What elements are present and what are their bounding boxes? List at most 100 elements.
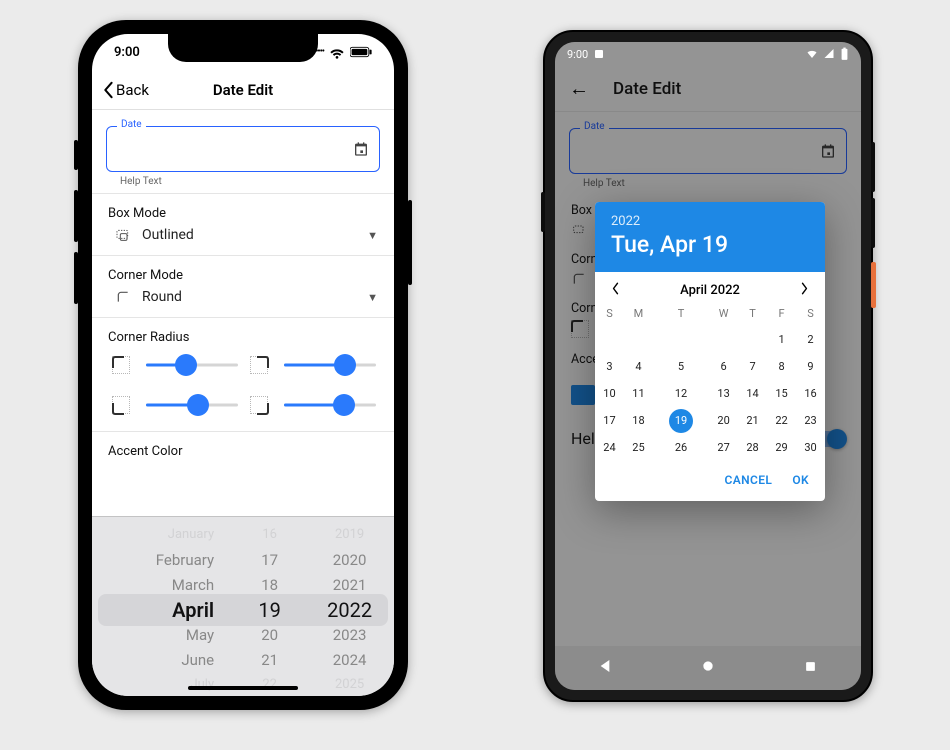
calendar-day[interactable]: 28 — [738, 434, 767, 461]
calendar-day — [595, 326, 624, 353]
corner-radius-bottom-right-slider[interactable] — [284, 395, 376, 415]
ios-status-time: 9:00 — [114, 45, 140, 60]
calendar-day[interactable]: 5 — [653, 353, 709, 380]
calendar-day[interactable]: 9 — [796, 353, 825, 380]
calendar-dow: S — [595, 303, 624, 326]
month-label: April 2022 — [680, 283, 740, 298]
date-picker-dialog: 2022 Tue, Apr 19 April 2022 SMTWTFS 1234… — [595, 202, 825, 501]
calendar-day[interactable]: 20 — [709, 407, 738, 434]
android-status-bar: 9:00 — [555, 42, 861, 66]
corner-radius-bottom-left-slider[interactable] — [146, 395, 238, 415]
corner-top-right-icon — [250, 356, 268, 374]
calendar-dow: S — [796, 303, 825, 326]
day-wheel[interactable]: 16 17 18 19 20 21 22 — [234, 523, 305, 696]
cancel-button[interactable]: CANCEL — [724, 473, 772, 487]
ios-date-picker-sheet[interactable]: January February March April May June Ju… — [92, 516, 394, 696]
calendar-day[interactable]: 16 — [796, 380, 825, 407]
calendar-day[interactable]: 26 — [653, 434, 709, 461]
calendar-day[interactable]: 7 — [738, 353, 767, 380]
date-help-text: Help Text — [120, 176, 380, 187]
battery-icon — [350, 46, 372, 58]
android-status-time: 9:00 — [567, 48, 588, 61]
calendar-day[interactable]: 18 — [624, 407, 653, 434]
corner-bottom-right-icon — [250, 396, 268, 414]
ios-nav-bar: Back Date Edit — [92, 70, 394, 110]
calendar-day[interactable]: 4 — [624, 353, 653, 380]
calendar-day[interactable]: 21 — [738, 407, 767, 434]
date-input-label: Date — [117, 119, 146, 130]
calendar-day[interactable]: 22 — [767, 407, 796, 434]
corner-mode-label: Corner Mode — [108, 268, 378, 283]
corner-radius-label: Corner Radius — [108, 330, 378, 345]
calendar-day[interactable]: 3 — [595, 353, 624, 380]
calendar-dow: M — [624, 303, 653, 326]
calendar-icon[interactable] — [353, 141, 369, 157]
chevron-left-icon — [102, 81, 114, 99]
calendar-day[interactable]: 15 — [767, 380, 796, 407]
iphone-volume-down — [74, 252, 78, 304]
calendar-day[interactable]: 17 — [595, 407, 624, 434]
box-mode-label: Box Mode — [108, 206, 378, 221]
corner-mode-icon — [114, 289, 132, 305]
date-picker-header: 2022 Tue, Apr 19 — [595, 202, 825, 272]
calendar-day[interactable]: 12 — [653, 380, 709, 407]
android-power-button — [871, 262, 876, 308]
month-wheel[interactable]: January February March April May June Ju… — [92, 523, 234, 696]
corner-bottom-left-icon — [112, 396, 130, 414]
android-recent-button[interactable] — [803, 659, 818, 678]
android-back-button[interactable] — [598, 658, 614, 678]
back-label: Back — [116, 81, 149, 99]
corner-mode-value: Round — [142, 289, 357, 305]
android-screen: ← Date Edit Date Help Text Box M — [555, 42, 861, 690]
iphone-device-frame: 9:00 •••• Back Date Edit — [78, 20, 408, 710]
box-mode-dropdown[interactable]: Outlined ▼ — [108, 227, 378, 243]
corner-mode-dropdown[interactable]: Round ▼ — [108, 289, 378, 305]
next-month-button[interactable] — [795, 282, 815, 299]
android-nav-bar — [555, 646, 861, 690]
ios-home-indicator — [188, 686, 298, 690]
calendar-day — [738, 326, 767, 353]
calendar-day[interactable]: 11 — [624, 380, 653, 407]
iphone-screen: 9:00 •••• Back Date Edit — [92, 34, 394, 696]
calendar-day[interactable]: 10 — [595, 380, 624, 407]
battery-icon — [840, 47, 849, 61]
calendar-day[interactable]: 27 — [709, 434, 738, 461]
calendar-day[interactable]: 14 — [738, 380, 767, 407]
calendar-day[interactable]: 25 — [624, 434, 653, 461]
calendar-day[interactable]: 24 — [595, 434, 624, 461]
calendar-day[interactable]: 8 — [767, 353, 796, 380]
signal-icon — [823, 48, 835, 60]
calendar-day — [653, 326, 709, 353]
calendar-day[interactable]: 13 — [709, 380, 738, 407]
chevron-down-icon: ▼ — [367, 291, 378, 304]
android-volume-down — [871, 198, 875, 248]
corner-radius-top-left-slider[interactable] — [146, 355, 238, 375]
date-picker-year[interactable]: 2022 — [611, 214, 809, 229]
date-picker-date[interactable]: Tue, Apr 19 — [611, 231, 809, 258]
corner-top-left-icon — [112, 356, 130, 374]
calendar-dow: W — [709, 303, 738, 326]
box-mode-value: Outlined — [142, 227, 357, 243]
calendar-day[interactable]: 6 — [709, 353, 738, 380]
prev-month-button[interactable] — [605, 282, 625, 299]
calendar-day — [709, 326, 738, 353]
calendar-day[interactable]: 19 — [653, 407, 709, 434]
calendar-day[interactable]: 23 — [796, 407, 825, 434]
ok-button[interactable]: OK — [792, 473, 809, 487]
calendar-dow: T — [738, 303, 767, 326]
date-input[interactable]: Date — [106, 126, 380, 172]
calendar-day[interactable]: 2 — [796, 326, 825, 353]
back-button[interactable]: Back — [102, 81, 149, 99]
box-mode-icon — [114, 227, 132, 243]
android-volume-up — [871, 142, 875, 192]
calendar-day[interactable]: 30 — [796, 434, 825, 461]
corner-radius-top-right-slider[interactable] — [284, 355, 376, 375]
android-side-button — [541, 192, 545, 232]
calendar-day[interactable]: 29 — [767, 434, 796, 461]
android-home-button[interactable] — [700, 658, 716, 678]
iphone-mute-switch — [74, 140, 78, 170]
calendar-day — [624, 326, 653, 353]
calendar-day[interactable]: 1 — [767, 326, 796, 353]
calendar-dow: T — [653, 303, 709, 326]
year-wheel[interactable]: 2019 2020 2021 2022 2023 2024 2025 — [305, 523, 394, 696]
